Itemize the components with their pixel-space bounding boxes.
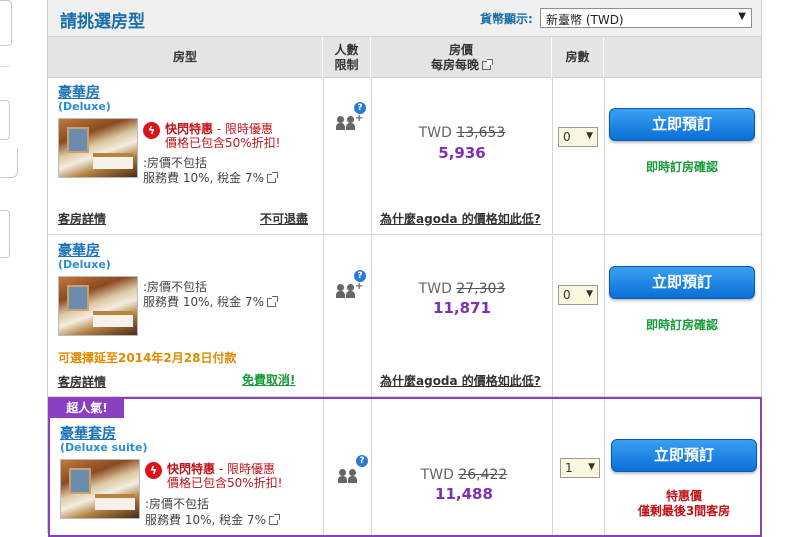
pay-later-note: 可選擇延至2014年2月28日付款 (58, 351, 237, 365)
book-now-button[interactable]: 立即預訂 (609, 108, 755, 141)
room-selection-panel: 請挑選房型 貨幣顯示: 新臺幣 (TWD) ▼ 房型 人數 限制 房價 每房每晚 … (47, 0, 762, 537)
col-room-type: 房型 (48, 37, 323, 78)
external-link-icon[interactable] (266, 172, 278, 183)
original-price: TWD 26,422 (420, 467, 508, 483)
room-name-link[interactable]: 豪華套房 (60, 423, 116, 443)
left-panel-stub-3 (0, 148, 18, 178)
lightning-icon: ϟ (145, 462, 162, 479)
room-qty-select[interactable]: 0 ▼ (558, 127, 598, 147)
tax-note-1: :房價不包括 (145, 497, 210, 511)
room-name-link[interactable]: 豪華房 (58, 240, 100, 260)
col-action (604, 37, 761, 78)
tax-note-2: 服務費 10%, 稅金 7% (143, 293, 278, 310)
room-details-link[interactable]: 客房詳情 (58, 210, 106, 227)
table-row: 豪華房 (Deluxe) :房價不包括 服務費 10%, 稅金 7% 可選擇延至… (48, 236, 761, 397)
instant-confirm: 即時訂房確認 (645, 318, 718, 332)
room-qty-select[interactable]: 0 ▼ (558, 285, 598, 305)
limited-deal-note: 特惠價 僅剩最後3間客房 (637, 489, 731, 518)
left-divider (0, 66, 10, 67)
discount-price: 11,871 (433, 299, 491, 317)
room-qty-select[interactable]: 1 ▼ (560, 458, 600, 478)
col-price: 房價 每房每晚 (371, 37, 552, 78)
page-title: 請挑選房型 (60, 12, 145, 32)
room-details-link[interactable]: 客房詳情 (58, 373, 106, 390)
why-cheap-link[interactable]: 為什麼agoda 的價格如此低? (380, 210, 541, 227)
room-photo[interactable] (58, 276, 138, 336)
instant-confirm: 即時訂房確認 (645, 160, 718, 174)
featured-room-row: 超人氣! 豪華套房 (Deluxe suite) ϟ 快閃特惠 - 限時優惠 價… (48, 397, 762, 537)
table-row: 豪華房 (Deluxe) ϟ 快閃特惠 - 限時優惠 價格已包含50%折扣! :… (48, 78, 761, 235)
panel-header: 請挑選房型 貨幣顯示: 新臺幣 (TWD) ▼ (48, 0, 761, 36)
original-price: TWD 27,303 (418, 281, 506, 297)
popular-badge: 超人氣! (50, 399, 124, 418)
room-name-en: (Deluxe) (58, 258, 111, 271)
external-link-icon[interactable] (482, 58, 493, 70)
external-link-icon[interactable] (266, 296, 278, 307)
left-panel-stub-4 (0, 210, 10, 258)
discount-price: 5,936 (438, 144, 486, 162)
book-now-button[interactable]: 立即預訂 (611, 439, 757, 472)
currency-label: 貨幣顯示: (480, 12, 533, 26)
room-name-en: (Deluxe suite) (60, 441, 148, 454)
table-header: 房型 人數 限制 房價 每房每晚 房數 (48, 36, 761, 78)
why-cheap-link[interactable]: 為什麼agoda 的價格如此低? (380, 372, 541, 389)
tax-note-2: 服務費 10%, 稅金 7% (143, 169, 278, 186)
discount-price: 11,488 (435, 485, 493, 503)
external-link-icon[interactable] (268, 514, 280, 525)
currency-select[interactable]: 新臺幣 (TWD) ▼ (540, 8, 752, 28)
room-photo[interactable] (60, 459, 140, 519)
cancel-policy-link[interactable]: 不可退盡 (260, 210, 308, 227)
help-icon[interactable]: ? (356, 455, 368, 467)
col-rooms: 房數 (552, 37, 604, 78)
free-cancel-link[interactable]: 免費取消! (242, 371, 295, 388)
left-panel-stub-2 (0, 100, 10, 140)
room-name-en: (Deluxe) (58, 100, 111, 113)
currency-value: 新臺幣 (TWD) (546, 13, 624, 27)
col-occupancy: 人數 限制 (323, 37, 371, 78)
lightning-icon: ϟ (143, 122, 160, 139)
book-now-button[interactable]: 立即預訂 (609, 266, 755, 299)
original-price: TWD 13,653 (418, 125, 506, 141)
tax-note-2: 服務費 10%, 稅金 7% (145, 511, 280, 528)
left-panel-stub-1 (0, 0, 12, 46)
chevron-down-icon: ▼ (738, 11, 746, 22)
room-name-link[interactable]: 豪華房 (58, 82, 100, 102)
room-photo[interactable] (58, 118, 138, 178)
